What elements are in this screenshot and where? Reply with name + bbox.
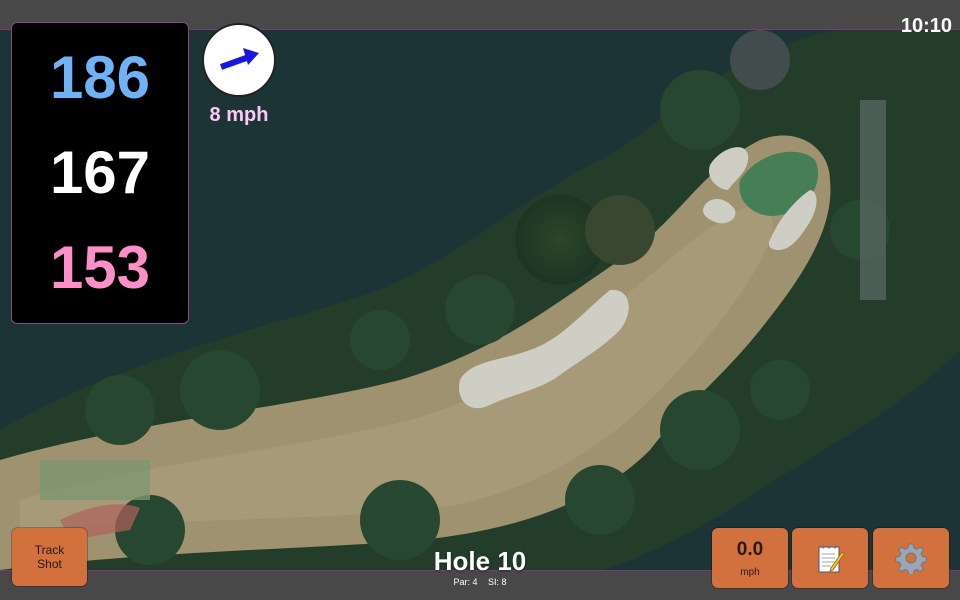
hole-stroke-index: SI: 8 [488, 577, 507, 587]
clock: 10:10 [900, 15, 952, 37]
gear-icon [895, 543, 927, 574]
front-distance: 153 [49, 233, 151, 301]
notes-button[interactable] [792, 528, 868, 588]
back-distance: 186 [49, 44, 151, 112]
hole-info: Par: 4 SI: 8 [400, 577, 560, 587]
wind-arrow-icon [219, 48, 259, 70]
speed-button[interactable]: 0.0 mph [712, 528, 788, 588]
track-shot-label-line1: Track [34, 542, 65, 557]
wind-speed: 8 mph [209, 104, 269, 126]
settings-button[interactable] [873, 528, 949, 588]
hole-par: Par: 4 [453, 577, 478, 587]
speed-unit: mph [740, 566, 760, 578]
speed-value: 0.0 [736, 538, 764, 560]
track-shot-label-line2: Shot [37, 557, 62, 571]
track-shot-button[interactable]: Track Shot [12, 528, 87, 586]
hole-title: Hole 10 [433, 546, 527, 576]
center-distance: 167 [49, 138, 151, 206]
wind-indicator[interactable] [202, 23, 276, 97]
notepad-icon [818, 545, 845, 573]
distance-panel: 186 167 153 [11, 22, 189, 324]
